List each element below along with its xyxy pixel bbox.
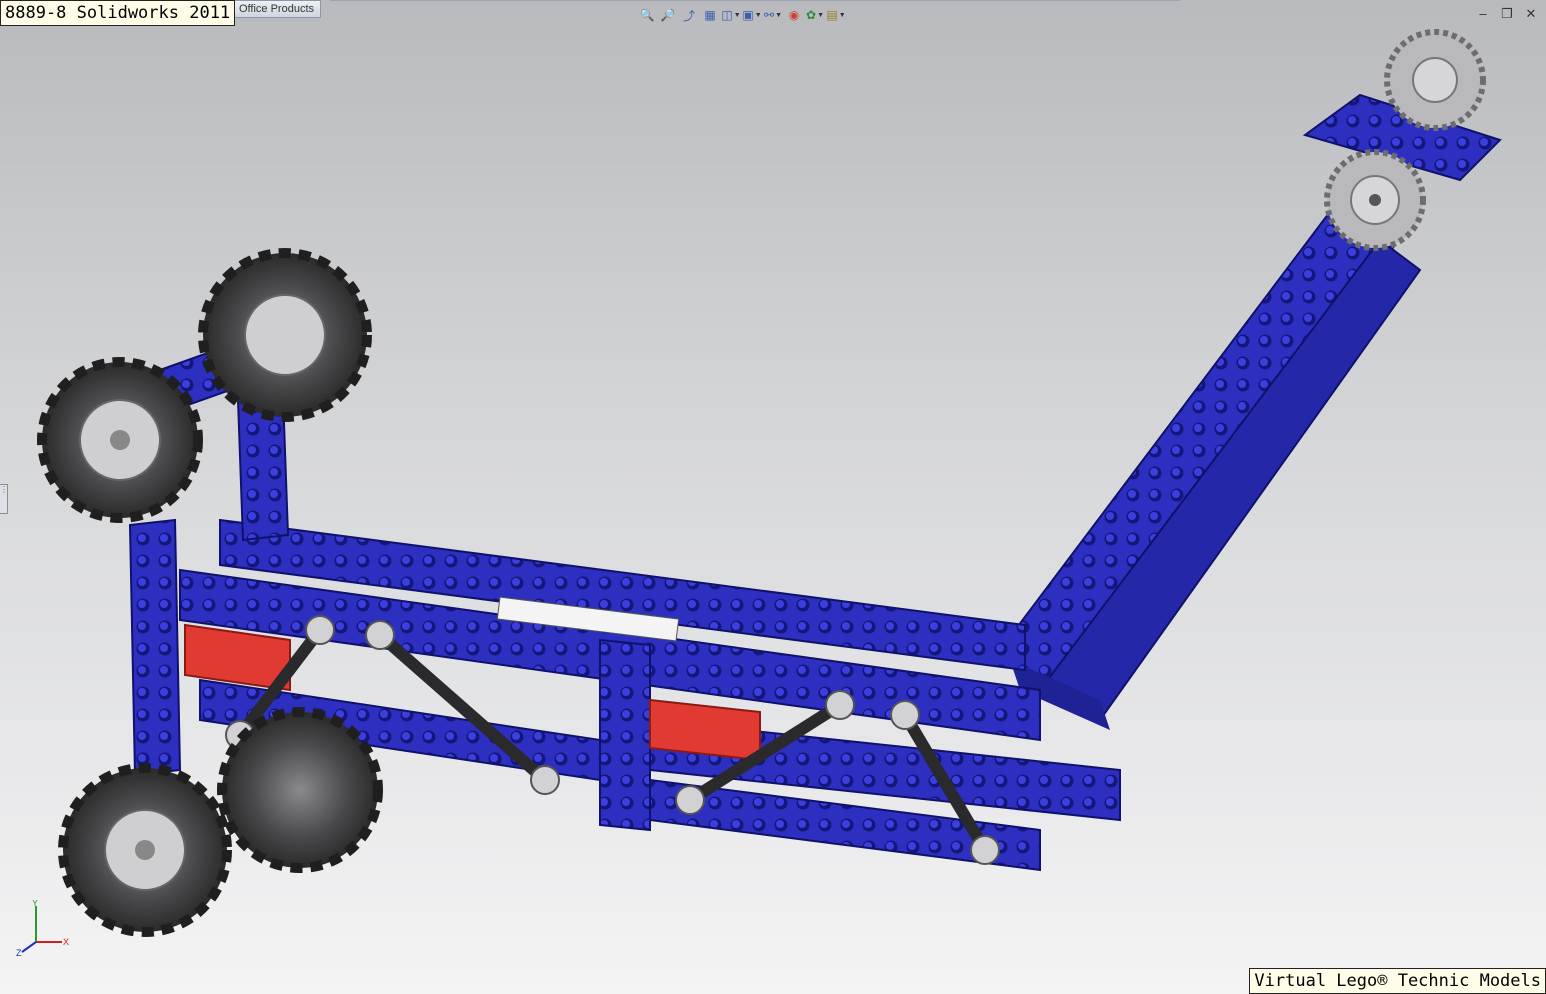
title-caption: 8889-8 Solidworks 2011 — [0, 0, 236, 26]
triad-z-axis — [21, 941, 37, 953]
footer-caption: Virtual Lego® Technic Models — [1249, 968, 1546, 994]
graphics-viewport[interactable] — [0, 0, 1546, 994]
reference-triad: Y X Z — [16, 900, 69, 958]
top-gear-cluster — [1302, 29, 1502, 251]
diagonal-boom-arm — [998, 203, 1422, 730]
triad-y-label: Y — [32, 900, 38, 908]
triad-z-label: Z — [16, 948, 22, 958]
triad-x-label: X — [63, 937, 69, 947]
